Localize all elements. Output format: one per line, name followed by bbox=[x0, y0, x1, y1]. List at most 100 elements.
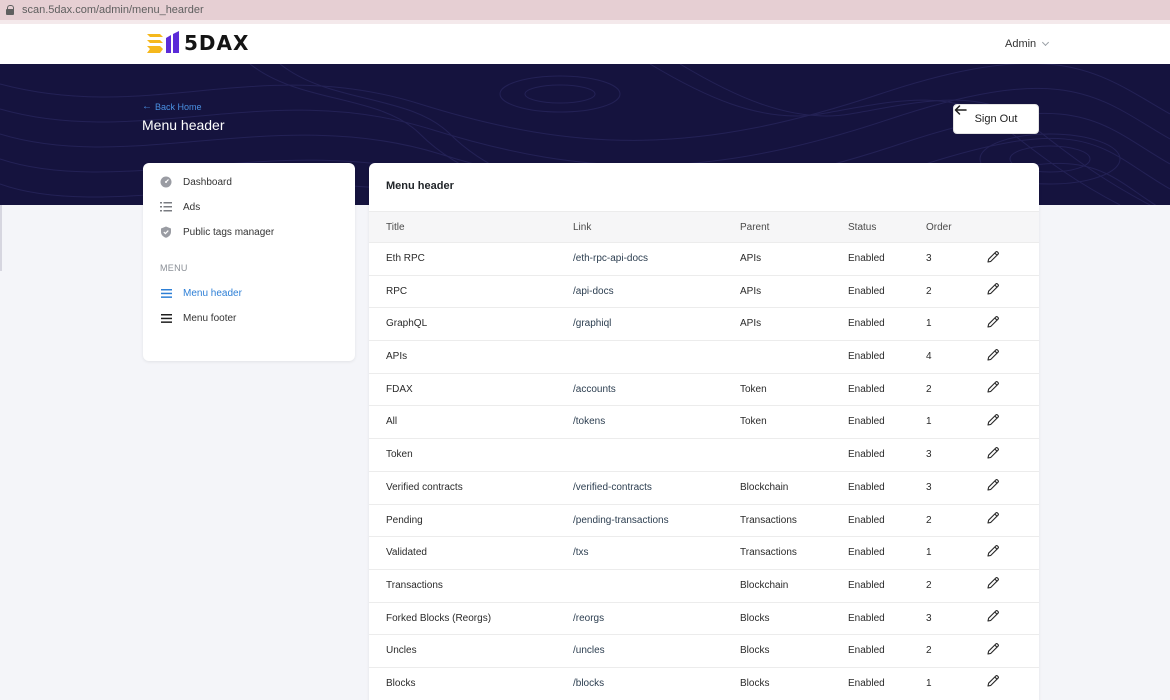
edit-button[interactable] bbox=[985, 446, 1001, 463]
table-row: Forked Blocks (Reorgs) /reorgs Blocks Enabl… bbox=[369, 603, 1039, 636]
edit-button[interactable] bbox=[985, 348, 1001, 365]
column-header-parent: Parent bbox=[740, 222, 770, 233]
table-row: FDAX/accounts Token Enabled 2 bbox=[369, 374, 1039, 407]
column-header-title: Title bbox=[386, 222, 405, 233]
edit-button[interactable] bbox=[985, 282, 1001, 301]
browser-url-bar[interactable]: scan.5dax.com/admin/menu_hearder bbox=[0, 0, 1170, 20]
cell-status: Enabled bbox=[848, 547, 885, 559]
table-row: Verified contracts/verified-contracts Blo… bbox=[369, 472, 1039, 505]
cell-parent: Blocks bbox=[740, 645, 770, 657]
edit-button[interactable] bbox=[985, 674, 1001, 693]
pencil-icon bbox=[986, 315, 1000, 334]
cell-title: FDAX bbox=[386, 383, 413, 395]
table-row: APIs Enabled 4 bbox=[369, 341, 1039, 374]
cell-link[interactable]: /api-docs bbox=[573, 286, 614, 297]
cell-link[interactable]: /blocks bbox=[573, 678, 604, 689]
cell-link[interactable]: /txs bbox=[573, 547, 589, 558]
sidebar-item-label: Menu header bbox=[183, 287, 242, 299]
table-row: Token Enabled 3 bbox=[369, 439, 1039, 472]
table-row: GraphQL/graphiql APIs Enabled 1 bbox=[369, 308, 1039, 342]
pencil-icon bbox=[986, 609, 1000, 628]
cell-link[interactable]: /pending-transactions bbox=[573, 515, 669, 526]
cell-parent: Blocks bbox=[740, 677, 770, 689]
edit-button[interactable] bbox=[985, 315, 1001, 334]
cell-title: Verified contracts bbox=[386, 481, 463, 493]
arrow-left-icon: ← bbox=[142, 101, 152, 112]
cell-status: Enabled bbox=[848, 351, 885, 363]
cell-link[interactable]: /verified-contracts bbox=[573, 482, 652, 493]
edit-button[interactable] bbox=[985, 512, 1001, 529]
edit-button[interactable] bbox=[985, 609, 1001, 628]
table-row: RPC/api-docs APIs Enabled 2 bbox=[369, 276, 1039, 309]
edit-button[interactable] bbox=[985, 479, 1001, 496]
cell-link[interactable]: /reorgs bbox=[573, 613, 604, 624]
edit-button[interactable] bbox=[985, 544, 1001, 561]
edit-button[interactable] bbox=[985, 642, 1001, 659]
arrow-left-icon bbox=[954, 105, 967, 115]
cell-order: 4 bbox=[926, 351, 932, 363]
shield-icon bbox=[160, 226, 172, 238]
dashboard-icon bbox=[160, 176, 172, 188]
cell-link[interactable]: /eth-rpc-api-docs bbox=[573, 253, 648, 264]
cell-status: Enabled bbox=[848, 416, 885, 428]
admin-label: Admin bbox=[1005, 38, 1037, 50]
cell-status: Enabled bbox=[848, 645, 885, 657]
cell-order: 3 bbox=[926, 481, 932, 493]
list-icon bbox=[160, 201, 172, 213]
cell-title: Blocks bbox=[386, 677, 416, 689]
cell-status: Enabled bbox=[848, 383, 885, 395]
sidebar-item-menu-header[interactable]: Menu header bbox=[160, 285, 242, 301]
cell-title: APIs bbox=[386, 351, 408, 363]
sidebar-item-dashboard[interactable]: Dashboard bbox=[160, 174, 232, 190]
logo[interactable]: 5DAX bbox=[147, 31, 249, 55]
table-row: Validated/txs Transactions Enabled 1 bbox=[369, 537, 1039, 570]
edit-button[interactable] bbox=[985, 577, 1001, 594]
sidebar-section-label: MENU bbox=[160, 263, 188, 273]
url-text[interactable]: scan.5dax.com/admin/menu_hearder bbox=[22, 4, 204, 16]
pencil-icon bbox=[986, 250, 1000, 269]
sidebar-item-public-tags-manager[interactable]: Public tags manager bbox=[160, 224, 274, 240]
cell-parent: Blockchain bbox=[740, 481, 789, 493]
pencil-icon bbox=[986, 282, 1000, 301]
edit-button[interactable] bbox=[985, 414, 1001, 430]
sidebar-item-label: Public tags manager bbox=[183, 226, 275, 238]
cell-parent: APIs bbox=[740, 285, 762, 297]
cell-title: Forked Blocks (Reorgs) bbox=[386, 612, 492, 624]
cell-link[interactable]: /tokens bbox=[573, 416, 605, 427]
table-row: Eth RPC/eth-rpc-api-docs APIs Enabled 3 bbox=[369, 243, 1039, 276]
pencil-icon bbox=[986, 413, 1000, 432]
sidebar-item-label: Menu footer bbox=[183, 312, 237, 324]
sidebar-item-menu-footer[interactable]: Menu footer bbox=[160, 310, 236, 326]
cell-title: Validated bbox=[386, 547, 427, 559]
cell-title: GraphQL bbox=[386, 318, 428, 330]
cell-link[interactable]: /accounts bbox=[573, 384, 616, 395]
sidebar: Dashboard Ads Public tags manager MENU M… bbox=[143, 163, 355, 361]
cell-order: 3 bbox=[926, 253, 932, 264]
cell-order: 1 bbox=[926, 547, 932, 559]
lock-icon bbox=[6, 5, 15, 15]
cell-parent: Transactions bbox=[740, 547, 797, 559]
admin-dropdown[interactable]: Admin bbox=[1005, 38, 1050, 50]
sign-out-button[interactable]: Sign Out bbox=[953, 104, 1039, 134]
table-row: Pending/pending-transactions Transactions… bbox=[369, 505, 1039, 538]
menu-icon bbox=[160, 312, 172, 324]
cell-status: Enabled bbox=[848, 449, 885, 461]
back-home-link[interactable]: ← Back Home bbox=[142, 101, 202, 112]
logo-text: 5DAX bbox=[184, 31, 250, 55]
pencil-icon bbox=[986, 674, 1000, 693]
edit-button[interactable] bbox=[985, 250, 1001, 269]
cell-order: 3 bbox=[926, 449, 932, 461]
cell-link[interactable]: /graphiql bbox=[573, 318, 611, 329]
cell-title: Pending bbox=[386, 514, 423, 526]
table-header: Title Link Parent Status Order bbox=[369, 211, 1039, 243]
page-edge-strip bbox=[0, 205, 2, 271]
cell-status: Enabled bbox=[848, 253, 885, 264]
sidebar-item-ads[interactable]: Ads bbox=[160, 199, 200, 215]
edit-button[interactable] bbox=[985, 381, 1001, 398]
cell-parent: Token bbox=[740, 416, 767, 428]
cell-status: Enabled bbox=[848, 579, 885, 591]
top-navbar: 5DAX Admin bbox=[0, 24, 1170, 64]
column-header-order: Order bbox=[926, 222, 952, 233]
cell-link[interactable]: /uncles bbox=[573, 645, 605, 656]
cell-order: 2 bbox=[926, 383, 932, 395]
